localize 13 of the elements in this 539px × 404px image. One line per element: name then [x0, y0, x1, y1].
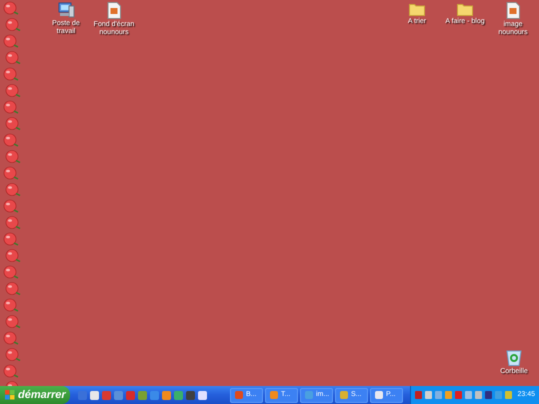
folder-icon: [457, 2, 473, 16]
folder-icon: [409, 2, 425, 16]
app-icon: [305, 391, 313, 399]
app-icon: [340, 391, 348, 399]
document-icon: [506, 2, 520, 19]
document-icon: [107, 2, 121, 19]
app-icon: [375, 391, 383, 399]
computer-icon: [57, 2, 75, 18]
start-button[interactable]: démarrer: [0, 386, 70, 404]
app-icon: [270, 391, 278, 399]
windows-logo-icon: [5, 390, 15, 400]
recycle-bin-icon: [506, 349, 522, 366]
app-icon: [235, 391, 243, 399]
